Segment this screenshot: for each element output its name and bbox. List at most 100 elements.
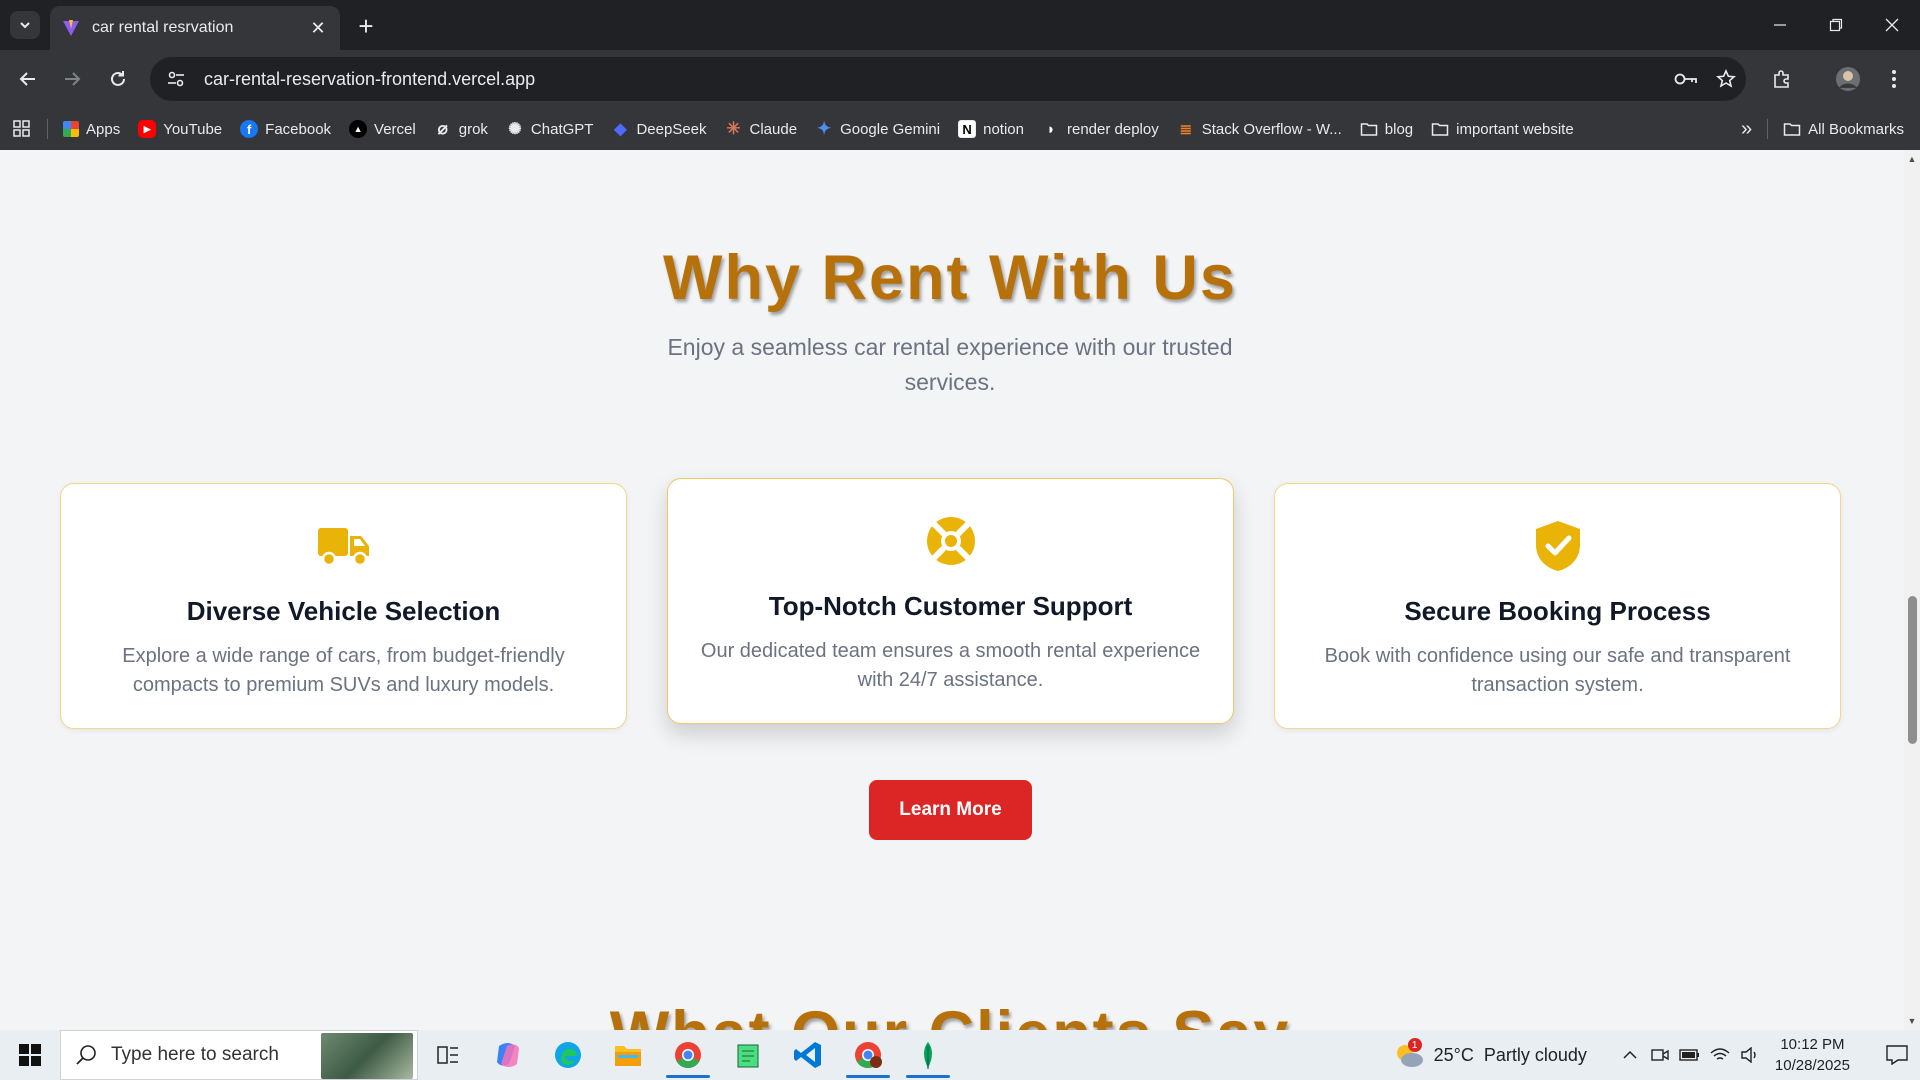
- close-icon: [1885, 18, 1899, 32]
- bookmark-youtube[interactable]: ▶ YouTube: [129, 113, 231, 145]
- bookmark-gemini[interactable]: ✦ Google Gemini: [806, 113, 949, 145]
- claude-icon: ✳: [726, 119, 741, 138]
- scrollbar-thumb[interactable]: [1908, 596, 1917, 744]
- weather-alert-badge: 1: [1407, 1038, 1422, 1052]
- bookmark-folder-important-website[interactable]: important website: [1422, 113, 1583, 145]
- testimonials-heading: What Our Clients Say: [0, 998, 1900, 1030]
- bookmark-separator: [47, 119, 48, 139]
- bookmark-vercel[interactable]: ▲ Vercel: [340, 113, 425, 145]
- system-tray: 1 25°C Partly cloudy 10:12 PM 10/28/2025: [1394, 1030, 1920, 1080]
- meet-now-icon[interactable]: [1645, 1047, 1675, 1063]
- arrow-left-icon: [19, 72, 35, 86]
- bookmark-label: DeepSeek: [636, 120, 707, 138]
- new-tab-button[interactable]: +: [352, 11, 380, 41]
- bookmark-apps[interactable]: Apps: [54, 113, 129, 145]
- minimize-button[interactable]: [1752, 0, 1808, 50]
- bookmark-grok[interactable]: ⌀ grok: [425, 113, 497, 145]
- reload-button[interactable]: [102, 63, 134, 95]
- bookmarks-overflow-button[interactable]: »: [1732, 113, 1761, 145]
- forward-button[interactable]: [56, 63, 88, 95]
- battery-icon[interactable]: [1675, 1048, 1705, 1062]
- bookmark-stackoverflow[interactable]: ≣ Stack Overflow - W...: [1168, 113, 1351, 145]
- folder-icon: [1360, 123, 1378, 136]
- tab-search-button[interactable]: [10, 11, 40, 39]
- bookmark-separator: [1767, 119, 1769, 139]
- search-icon: [75, 1044, 97, 1066]
- bookmark-label: Apps: [86, 120, 121, 138]
- start-button[interactable]: [0, 1030, 60, 1080]
- apps-grid-icon: [63, 121, 79, 137]
- weather-widget[interactable]: 1 25°C Partly cloudy: [1394, 1038, 1587, 1068]
- windows-taskbar: Type here to search 1 25°C Partly cloudy: [0, 1030, 1920, 1080]
- windows-logo-icon: [19, 1044, 41, 1066]
- page-scrollbar[interactable]: ▲ ▼: [1904, 150, 1920, 1030]
- render-icon: ◗: [1046, 120, 1056, 138]
- bookmark-deepseek[interactable]: ◆ DeepSeek: [602, 113, 715, 145]
- task-view-button[interactable]: [418, 1030, 478, 1080]
- taskbar-clock[interactable]: 10:12 PM 10/28/2025: [1775, 1034, 1850, 1076]
- vscode-app[interactable]: [778, 1030, 838, 1080]
- edge-app[interactable]: [538, 1030, 598, 1080]
- browser-tab-bar: car rental resrvation ✕ +: [0, 0, 1920, 50]
- all-bookmarks-button[interactable]: All Bookmarks: [1774, 113, 1920, 145]
- learn-more-button[interactable]: Learn More: [869, 780, 1032, 840]
- bookmark-star-icon[interactable]: [1706, 69, 1746, 89]
- scroll-down-icon[interactable]: ▼: [1907, 1016, 1917, 1026]
- feature-card-title: Diverse Vehicle Selection: [186, 596, 501, 626]
- copilot-icon: [497, 1043, 519, 1067]
- bookmark-label: Stack Overflow - W...: [1201, 120, 1342, 138]
- password-key-icon[interactable]: [1666, 71, 1706, 87]
- mongodb-leaf-icon: [924, 1042, 932, 1069]
- profile-avatar[interactable]: [1832, 63, 1864, 95]
- arrow-right-icon: [65, 72, 81, 86]
- copilot-app[interactable]: [478, 1030, 538, 1080]
- feature-card-vehicle-selection: Diverse Vehicle Selection Explore a wide…: [60, 483, 627, 729]
- file-explorer-app[interactable]: [598, 1030, 658, 1080]
- bookmark-claude[interactable]: ✳ Claude: [716, 113, 807, 145]
- bookmark-render-deploy[interactable]: ◗ render deploy: [1033, 113, 1168, 145]
- bookmarks-bar: Apps ▶ YouTube f Facebook ▲ Vercel ⌀ gro…: [0, 108, 1920, 150]
- bookmark-notion[interactable]: N notion: [949, 113, 1033, 145]
- folder-icon: [1431, 123, 1449, 136]
- chrome-icon: [675, 1042, 701, 1069]
- extensions-button[interactable]: [1766, 63, 1798, 95]
- mongodb-app[interactable]: [898, 1030, 958, 1080]
- back-button[interactable]: [12, 63, 44, 95]
- close-window-button[interactable]: [1864, 0, 1920, 50]
- browser-menu-button[interactable]: [1878, 63, 1910, 95]
- scroll-up-icon[interactable]: ▲: [1907, 154, 1917, 164]
- shield-check-icon: [1530, 518, 1586, 574]
- bookmark-label: Google Gemini: [840, 120, 941, 138]
- address-bar[interactable]: car-rental-reservation-frontend.vercel.a…: [150, 57, 1746, 101]
- youtube-icon: ▶: [138, 120, 157, 138]
- all-apps-shortcut[interactable]: [0, 113, 41, 145]
- taskbar-search-box[interactable]: Type here to search: [60, 1030, 418, 1080]
- chrome-app[interactable]: [658, 1030, 718, 1080]
- bookmark-folder-blog[interactable]: blog: [1351, 113, 1422, 145]
- notifications-icon[interactable]: [1874, 1045, 1920, 1065]
- site-settings-icon[interactable]: [166, 69, 190, 89]
- volume-icon[interactable]: [1735, 1047, 1765, 1063]
- bookmark-facebook[interactable]: f Facebook: [231, 113, 340, 145]
- vite-logo-icon: [63, 20, 79, 36]
- bookmark-label: important website: [1456, 120, 1574, 138]
- url-text[interactable]: car-rental-reservation-frontend.vercel.a…: [204, 69, 1666, 90]
- feature-card-text: Our dedicated team ensures a smooth rent…: [700, 640, 1201, 691]
- partly-cloudy-icon: 1: [1394, 1038, 1424, 1068]
- browser-tab-active[interactable]: car rental resrvation ✕: [50, 6, 340, 50]
- notepad-app[interactable]: [718, 1030, 778, 1080]
- feature-card-title: Top-Notch Customer Support: [768, 591, 1133, 621]
- bookmark-label: Facebook: [265, 120, 332, 138]
- wifi-icon[interactable]: [1705, 1047, 1735, 1063]
- chevron-up-icon[interactable]: [1615, 1047, 1645, 1063]
- page-viewport: Why Rent With Us Enjoy a seamless car re…: [0, 150, 1920, 1030]
- chrome-profile-app[interactable]: [838, 1030, 898, 1080]
- notion-icon: N: [958, 120, 977, 138]
- bookmark-label: ChatGPT: [530, 120, 594, 138]
- close-tab-icon[interactable]: ✕: [308, 18, 328, 38]
- restore-button[interactable]: [1808, 0, 1864, 50]
- deepseek-icon: ◆: [614, 121, 627, 138]
- bookmark-chatgpt[interactable]: ✺ ChatGPT: [497, 113, 603, 145]
- facebook-icon: f: [240, 120, 259, 138]
- section-heading: Why Rent With Us: [663, 243, 1237, 313]
